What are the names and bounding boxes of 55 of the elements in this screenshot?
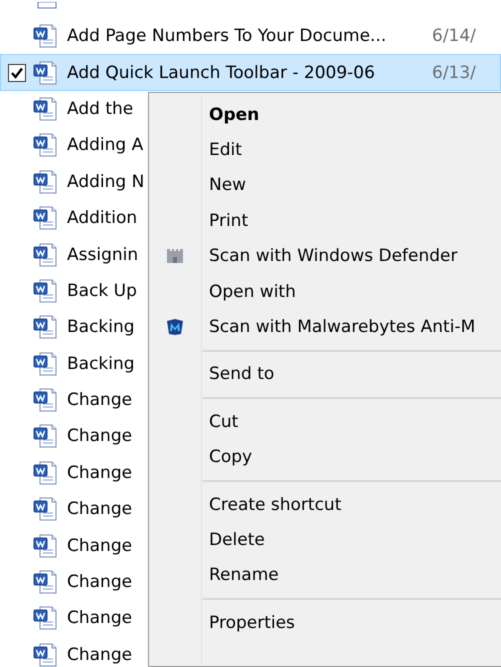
file-row[interactable]: Add Quick Launch Toolbar - 2009-06 6/13/ <box>0 54 501 91</box>
file-name: Backing <box>67 317 135 338</box>
menu-item[interactable]: Copy <box>209 447 252 468</box>
menu-item[interactable]: Scan with Malwarebytes Anti-M <box>209 317 476 338</box>
m-logo-icon <box>166 318 184 336</box>
menu-item[interactable]: Open with <box>209 282 296 302</box>
file-name: Add Quick Launch Toolbar - 2009-06 <box>67 62 375 83</box>
menu-item[interactable]: Scan with Windows Defender <box>209 246 458 266</box>
menu-item[interactable]: Print <box>209 210 248 231</box>
word-document-icon <box>33 460 59 486</box>
file-name: Change <box>67 644 132 665</box>
word-document-icon <box>33 496 59 522</box>
word-document-icon <box>33 96 59 122</box>
file-name: Back Up <box>67 280 137 301</box>
word-document-icon <box>33 423 59 450</box>
checkbox[interactable] <box>8 64 26 82</box>
menu-item[interactable]: Cut <box>209 412 238 432</box>
word-document-icon <box>33 387 59 414</box>
word-document-icon <box>33 314 59 340</box>
word-document-icon <box>33 168 59 195</box>
word-document-icon <box>33 132 59 158</box>
file-name: Adding A <box>67 135 144 156</box>
castle-icon <box>166 248 184 264</box>
file-name: Change <box>67 608 132 628</box>
file-name: Add Page Numbers To Your Docume... <box>67 26 386 46</box>
file-name: Assignin <box>67 244 138 265</box>
file-name: Add the <box>67 98 134 119</box>
word-document-icon <box>33 278 59 304</box>
word-document-icon <box>33 242 59 268</box>
file-name: Change <box>67 499 132 520</box>
file-name: Change <box>67 536 132 556</box>
file-name: Backing <box>67 354 135 374</box>
menu-item[interactable]: Rename <box>209 565 279 586</box>
word-document-icon <box>33 350 59 377</box>
file-date: 6/13/ <box>432 62 477 83</box>
file-name: Change <box>67 426 132 446</box>
menu-item[interactable]: Properties <box>209 612 295 633</box>
file-date: 6/14/ <box>432 26 477 46</box>
word-document-icon <box>33 23 59 50</box>
word-document-icon <box>33 569 59 596</box>
word-document-icon <box>33 60 59 86</box>
file-name: Addition <box>67 208 138 228</box>
word-document-icon <box>33 605 59 632</box>
word-document-icon <box>33 205 59 232</box>
menu-item[interactable]: Edit <box>209 140 242 160</box>
file-name: Adding N <box>67 172 144 192</box>
menu-item[interactable]: New <box>209 175 246 196</box>
menu-item[interactable]: Create shortcut <box>209 494 342 515</box>
file-name: Change <box>67 462 132 483</box>
menu-item[interactable]: Open <box>209 104 260 125</box>
menu-item[interactable]: Delete <box>209 530 265 550</box>
menu-item[interactable]: Send to <box>209 364 274 384</box>
file-name: Change <box>67 390 132 410</box>
file-name: Change <box>67 572 132 592</box>
word-document-icon <box>33 532 59 559</box>
